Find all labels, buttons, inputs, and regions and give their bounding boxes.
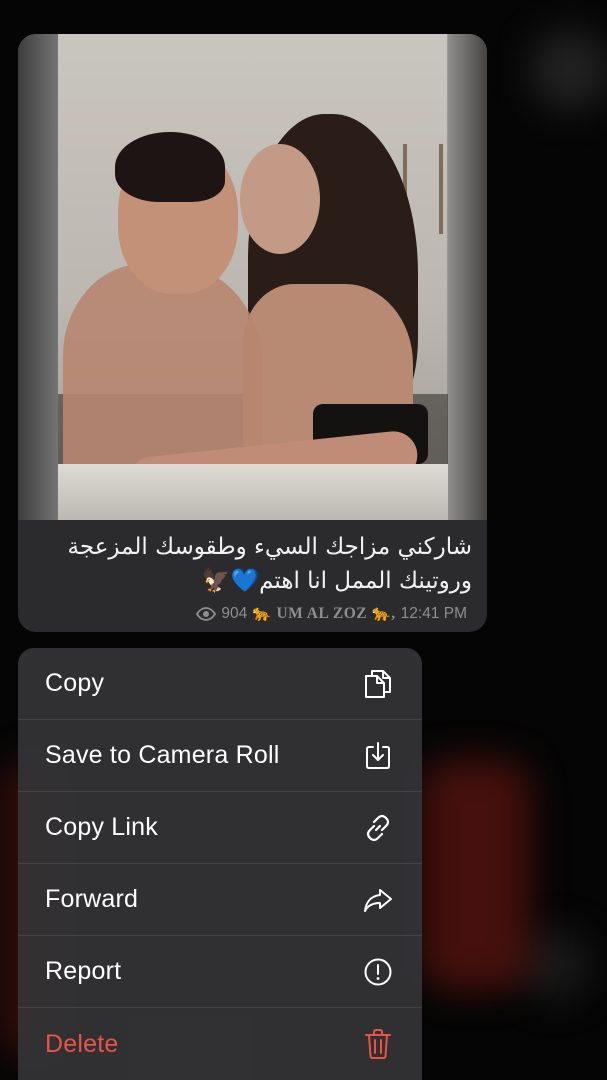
menu-item-copy-link[interactable]: Copy Link — [18, 792, 422, 864]
menu-item-copy[interactable]: Copy — [18, 648, 422, 720]
message-meta: 904 🐆 UM AL ZOZ 🐆, 12:41 PM — [196, 604, 467, 623]
eye-icon — [196, 606, 217, 621]
context-menu: Copy Save to Camera Roll Copy Link Forwa… — [18, 648, 422, 1080]
report-icon — [362, 956, 394, 988]
message-photo[interactable] — [18, 34, 487, 520]
menu-item-label: Copy Link — [45, 813, 158, 841]
menu-item-save-to-camera-roll[interactable]: Save to Camera Roll — [18, 720, 422, 792]
download-icon — [362, 740, 394, 772]
view-count: 904 — [221, 604, 248, 622]
menu-item-label: Report — [45, 957, 122, 985]
menu-item-delete[interactable]: Delete — [18, 1008, 422, 1080]
message-time: 12:41 PM — [400, 604, 467, 622]
message-bubble[interactable]: شاركني مزاجك السيء وطقوسك المزعجة وروتين… — [18, 34, 487, 632]
menu-item-label: Save to Camera Roll — [45, 741, 280, 769]
menu-item-label: Forward — [45, 885, 139, 913]
trash-icon — [362, 1028, 394, 1060]
backdrop-blur — [520, 930, 590, 1000]
backdrop-blur — [420, 760, 530, 990]
menu-item-report[interactable]: Report — [18, 936, 422, 1008]
post-signature: 🐆 UM AL ZOZ 🐆, — [252, 605, 396, 622]
menu-item-label: Copy — [45, 669, 105, 697]
copy-icon — [362, 668, 394, 700]
message-caption: شاركني مزاجك السيء وطقوسك المزعجة وروتين… — [67, 534, 472, 594]
backdrop-blur — [530, 30, 607, 110]
menu-item-forward[interactable]: Forward — [18, 864, 422, 936]
link-icon — [362, 812, 394, 844]
menu-item-label: Delete — [45, 1029, 119, 1058]
forward-icon — [362, 884, 394, 916]
